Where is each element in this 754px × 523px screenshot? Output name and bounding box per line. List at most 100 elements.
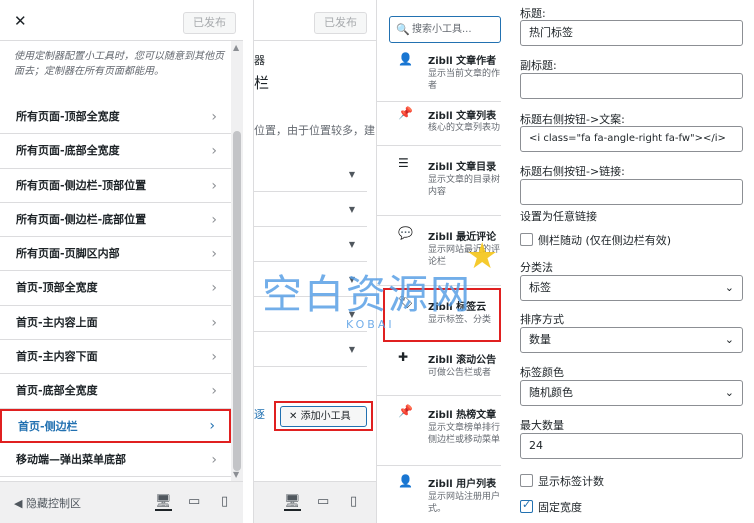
- publish-button[interactable]: 已发布: [314, 12, 367, 34]
- search-icon: 🔍: [396, 23, 410, 36]
- widget-settings-form: 标题: 热门标签 副标题: 标题右侧按钮->文案: <i class="fa f…: [508, 0, 754, 523]
- customizer-panel: ✕ 已发布 使用定制器配置小工具时，您可以随意到其他页面去；定制器在所有页面都能…: [0, 0, 243, 523]
- max-count-input[interactable]: 24: [520, 433, 743, 459]
- mobile-icon[interactable]: ▯: [350, 494, 357, 509]
- desktop-icon[interactable]: 🖥: [155, 494, 172, 511]
- chevron-down-icon: ⌄: [724, 281, 734, 294]
- widget-row[interactable]: ▼: [254, 193, 367, 227]
- triangle-down-icon: ▼: [348, 170, 355, 179]
- scroll-down-icon[interactable]: ▼: [233, 470, 239, 479]
- chevron-down-icon: ⌄: [724, 386, 734, 399]
- widget-item[interactable]: ✚ Zibll 滚动公告 可做公告栏或者: [377, 344, 501, 396]
- panel-title-fragment: 栏: [254, 74, 270, 92]
- chevron-down-icon: ⌄: [724, 333, 734, 346]
- widget-item[interactable]: 👤 Zibll 文章作者 显示当前文章的作者: [377, 50, 501, 102]
- widget-area-item[interactable]: 所有页面-页脚区内部 ›: [0, 237, 231, 272]
- chevron-right-icon: ›: [209, 417, 215, 434]
- plus-icon: ✚: [398, 350, 409, 364]
- panel-header: ✕ 已发布: [0, 0, 243, 41]
- widget-area-list: 所有页面-顶部全宽度 › 所有页面-底部全宽度 › 所有页面-侧边栏-顶部位置 › 所…: [0, 100, 231, 478]
- scroll-up-icon[interactable]: ▲: [233, 43, 239, 52]
- button-text-label: 标题右侧按钮->文案:: [520, 113, 625, 126]
- widget-area-item[interactable]: 所有页面-顶部全宽度 ›: [0, 100, 231, 135]
- widget-area-item[interactable]: 所有页面-底部全宽度 ›: [0, 134, 231, 169]
- scrollbar[interactable]: ▲ ▼: [231, 41, 243, 481]
- any-link-label: 设置为任意链接: [520, 210, 597, 223]
- comment-icon: 💬: [398, 226, 413, 240]
- collapse-icon: ◀: [14, 497, 23, 510]
- list-icon: ☰: [398, 156, 409, 170]
- widget-area-item[interactable]: 首页-主内容下面 ›: [0, 340, 231, 375]
- hide-controls-button[interactable]: ◀ 隐藏控制区: [14, 495, 81, 511]
- chevron-right-icon: ›: [211, 109, 217, 125]
- widget-row[interactable]: ▼: [254, 158, 367, 192]
- title-label: 标题:: [520, 7, 546, 20]
- widget-row[interactable]: ▼: [254, 333, 367, 367]
- panel-description: 使用定制器配置小工具时，您可以随意到其他页面去；定制器在所有页面都能用。: [0, 41, 243, 100]
- chevron-right-icon: ›: [211, 143, 217, 160]
- sidebar-follow-checkbox[interactable]: 侧栏随动 (仅在侧边栏有效): [520, 232, 671, 248]
- title-input[interactable]: 热门标签: [520, 20, 743, 46]
- mobile-icon[interactable]: ▯: [221, 494, 228, 509]
- panel-footer: 🖥 ▭ ▯: [254, 481, 377, 523]
- widget-row[interactable]: ▼: [254, 228, 367, 262]
- pin-icon: 📌: [398, 106, 413, 120]
- subtitle-input[interactable]: [520, 73, 743, 99]
- chevron-right-icon: ›: [211, 451, 217, 468]
- show-count-checkbox[interactable]: 显示标签计数: [520, 473, 604, 489]
- checkbox-box-checked[interactable]: [520, 498, 533, 513]
- panel-header: 已发布: [254, 0, 376, 41]
- chevron-right-icon: ›: [211, 177, 217, 194]
- watermark: 空白资源网: [262, 272, 472, 318]
- chevron-right-icon: ›: [211, 349, 217, 366]
- panel-notice: 位置，由于位置较多，建: [254, 124, 375, 137]
- search-input[interactable]: 🔍 搜索小工具...: [389, 16, 501, 43]
- checkbox-box[interactable]: [520, 474, 533, 487]
- widget-area-item[interactable]: 所有页面-侧边栏-顶部位置 ›: [0, 168, 231, 203]
- checkbox-box[interactable]: [520, 233, 533, 246]
- tag-color-label: 标签颜色: [520, 366, 564, 379]
- widget-item[interactable]: ☰ Zibll 文章目录 显示文章的目录树内容: [377, 146, 501, 216]
- user-icon: 👤: [398, 474, 413, 488]
- chevron-right-icon: ›: [211, 383, 217, 400]
- triangle-down-icon: ▼: [348, 240, 355, 249]
- chevron-right-icon: ›: [211, 211, 217, 228]
- widget-item[interactable]: 📌 Zibll 文章列表 核心的文章列表功: [377, 102, 501, 146]
- widget-item[interactable]: 👤 Zibll 用户列表 显示网站注册用户式。: [377, 466, 501, 523]
- add-widget-highlight: ✕ 添加小工具: [274, 401, 373, 431]
- order-label: 排序方式: [520, 313, 564, 326]
- panel-title-fragment: 器: [254, 54, 265, 67]
- button-link-label: 标题右侧按钮->链接:: [520, 165, 625, 178]
- widget-area-item-home-sidebar[interactable]: 首页-侧边栏 ›: [0, 408, 231, 443]
- close-icon[interactable]: ✕: [14, 12, 27, 30]
- user-icon: 👤: [398, 52, 413, 66]
- scrollbar-thumb[interactable]: [233, 131, 241, 471]
- chevron-right-icon: ›: [211, 314, 217, 331]
- widget-area-item[interactable]: 首页-主内容上面 ›: [0, 305, 231, 341]
- tablet-icon[interactable]: ▭: [317, 494, 329, 509]
- triangle-down-icon: ▼: [348, 205, 355, 214]
- widget-area-item[interactable]: 移动端—弹出菜单底部 ›: [0, 442, 231, 478]
- max-count-label: 最大数量: [520, 419, 564, 432]
- button-link-input[interactable]: [520, 179, 743, 205]
- triangle-down-icon: ▼: [348, 345, 355, 354]
- panel-footer: ◀ 隐藏控制区 🖥 ▭ ▯: [0, 481, 243, 523]
- order-select[interactable]: 数量 ⌄: [520, 327, 743, 353]
- watermark-sub: KOBAI: [346, 318, 395, 331]
- widget-area-item[interactable]: 首页-底部全宽度 ›: [0, 374, 231, 409]
- close-icon: ✕: [289, 411, 298, 422]
- taxonomy-select[interactable]: 标签 ⌄: [520, 275, 743, 301]
- chevron-right-icon: ›: [211, 280, 217, 297]
- widget-area-item[interactable]: 首页-顶部全宽度 ›: [0, 271, 231, 306]
- pin-icon: 📌: [398, 404, 413, 418]
- chevron-right-icon: ›: [211, 246, 217, 263]
- tag-color-select[interactable]: 随机颜色 ⌄: [520, 380, 743, 406]
- desktop-icon[interactable]: 🖥: [284, 494, 301, 511]
- widget-area-item[interactable]: 所有页面-侧边栏-底部位置 ›: [0, 202, 231, 238]
- publish-button[interactable]: 已发布: [183, 12, 236, 34]
- fixed-width-checkbox[interactable]: 固定宽度: [520, 498, 582, 515]
- button-text-input[interactable]: <i class="fa fa-angle-right fa-fw"></i>: [520, 126, 743, 152]
- add-widget-button[interactable]: ✕ 添加小工具: [280, 406, 367, 427]
- tablet-icon[interactable]: ▭: [188, 494, 200, 509]
- widget-item[interactable]: 📌 Zibll 热榜文章 显示文章榜单排行侧边栏或移动菜单: [377, 396, 501, 466]
